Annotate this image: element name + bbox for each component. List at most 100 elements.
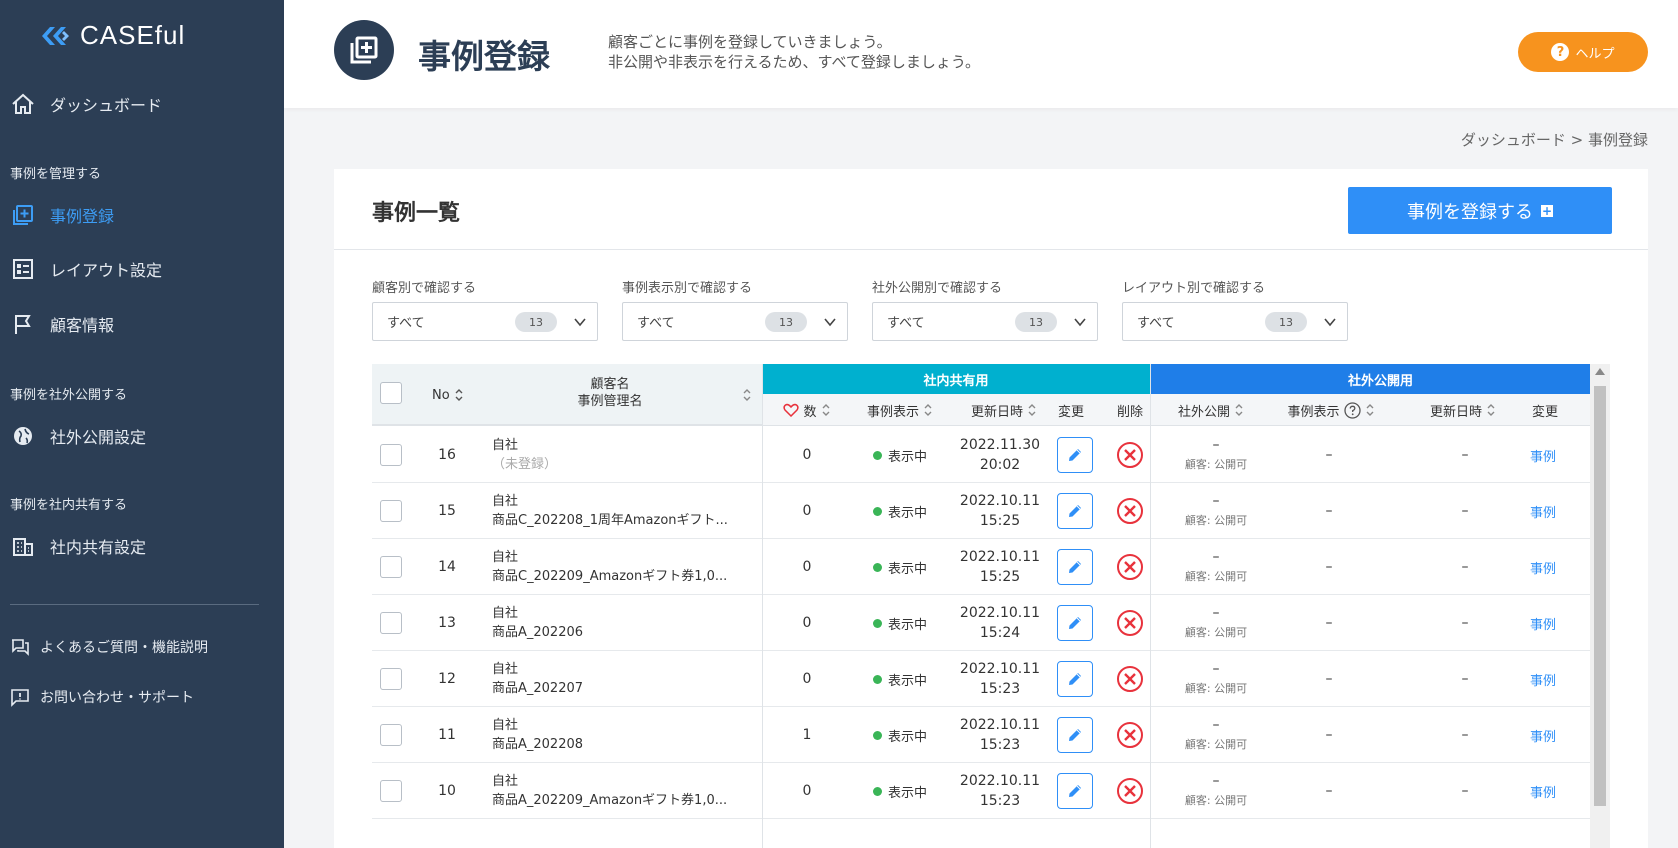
sidebar: CASEful ダッシュボード 事例を管理する 事例登録 レイアウト設定 顧客情… (0, 0, 284, 848)
header-name: 顧客名 事例管理名 (532, 376, 688, 410)
filter-label: 顧客別で確認する (372, 281, 477, 296)
sort-likes-header[interactable]: 数 (772, 394, 842, 426)
sidebar-item-case-register[interactable]: 事例登録 (10, 202, 114, 228)
delete-button[interactable] (1115, 664, 1145, 694)
filter-display-select[interactable]: すべて 13 (622, 302, 848, 341)
sidebar-item-customer-info[interactable]: 顧客情報 (10, 311, 114, 337)
scroll-thumb[interactable] (1594, 386, 1606, 806)
row-likes: 0 (802, 559, 812, 575)
case-list-card: 事例一覧 事例を登録する + 顧客別で確認する すべて 13 事例表示別で確認す… (334, 169, 1648, 848)
delete-button[interactable] (1115, 776, 1145, 806)
heart-icon (783, 403, 800, 417)
delete-button[interactable] (1115, 720, 1145, 750)
row-pub-edit[interactable]: 事例 (1530, 539, 1590, 595)
filter-value: すべて (887, 316, 925, 331)
header-delete: 削除 (1116, 404, 1143, 420)
row-checkbox[interactable] (380, 612, 402, 634)
row-pub-display: – (1325, 783, 1333, 799)
delete-button[interactable] (1115, 440, 1145, 470)
row-checkbox[interactable] (380, 556, 402, 578)
sort-icon (1235, 404, 1243, 416)
delete-button[interactable] (1115, 552, 1145, 582)
row-pub-edit-link[interactable]: 事例 (1530, 782, 1556, 801)
row-no: 13 (438, 615, 456, 631)
sort-pub-display-header[interactable]: 事例表示 (1266, 394, 1396, 426)
row-name[interactable]: 自社 商品C_202209_Amazonギフト券1,0... (492, 539, 757, 595)
table-row: 10 自社 商品A_202209_Amazonギフト券1,0... 0 表示中 … (372, 763, 1610, 819)
table-header-left: No 顧客名 事例管理名 (372, 364, 762, 426)
row-pub-edit-link[interactable]: 事例 (1530, 558, 1556, 577)
row-name[interactable]: 自社 （未登録） (492, 427, 757, 483)
row-checkbox[interactable] (380, 724, 402, 746)
row-pub-edit-link[interactable]: 事例 (1530, 726, 1556, 745)
edit-button[interactable] (1057, 717, 1093, 753)
row-pub-edit[interactable]: 事例 (1530, 595, 1590, 651)
row-customer: 自社 (492, 438, 519, 453)
row-checkbox[interactable] (380, 668, 402, 690)
row-checkbox-cell (380, 707, 402, 763)
delete-button[interactable] (1115, 608, 1145, 638)
caseful-logo[interactable]: CASEful (40, 20, 185, 51)
row-pub: – 顧客: 公開可 (1156, 483, 1276, 539)
row-customer: 自社 (492, 774, 519, 789)
flag-icon (15, 315, 31, 334)
scroll-up-arrow-icon[interactable] (1595, 368, 1605, 375)
row-pub-edit[interactable]: 事例 (1530, 427, 1590, 483)
row-pub-edit[interactable]: 事例 (1530, 483, 1590, 539)
row-name[interactable]: 自社 商品A_202206 (492, 595, 757, 651)
delete-button[interactable] (1115, 496, 1145, 526)
row-pub-edit[interactable]: 事例 (1530, 651, 1590, 707)
row-checkbox[interactable] (380, 444, 402, 466)
table-subheader: 数 事例表示 更新日時 変更 削除 社外公開 事例表示 更新日時 変更 (762, 394, 1610, 426)
row-pub-sub: 顧客: 公開可 (1184, 626, 1248, 639)
sort-updated-header[interactable]: 更新日時 (954, 394, 1054, 426)
edit-button[interactable] (1057, 773, 1093, 809)
sidebar-item-label: 事例登録 (50, 207, 115, 226)
row-pub-edit[interactable]: 事例 (1530, 763, 1590, 819)
sort-no-header[interactable]: No (432, 379, 464, 411)
sort-pub-updated-header[interactable]: 更新日時 (1408, 394, 1518, 426)
sidebar-section-public: 事例を社外公開する (10, 388, 128, 403)
sidebar-item-dashboard[interactable]: ダッシュボード (10, 91, 162, 117)
edit-button[interactable] (1057, 437, 1093, 473)
help-circle-icon[interactable] (1343, 401, 1361, 419)
row-time: 15:23 (979, 793, 1021, 809)
edit-button[interactable] (1057, 493, 1093, 529)
row-pub-edit-link[interactable]: 事例 (1530, 670, 1556, 689)
sidebar-item-contact[interactable]: お問い合わせ・サポート (10, 687, 194, 707)
sidebar-item-layout-settings[interactable]: レイアウト設定 (10, 256, 162, 282)
row-pub-edit-link[interactable]: 事例 (1530, 502, 1556, 521)
edit-button[interactable] (1057, 661, 1093, 697)
row-name[interactable]: 自社 商品A_202209_Amazonギフト券1,0... (492, 763, 757, 819)
help-button[interactable]: ? ヘルプ (1518, 32, 1648, 72)
status-dot-icon (872, 506, 882, 516)
sidebar-item-internal-settings[interactable]: 社内共有設定 (10, 533, 146, 559)
sidebar-item-faq[interactable]: よくあるご質問・機能説明 (10, 637, 208, 657)
delete-x-icon (1117, 498, 1143, 524)
row-time: 20:02 (979, 457, 1021, 473)
sort-icon[interactable] (742, 388, 752, 402)
filter-layout-select[interactable]: すべて 13 (1122, 302, 1348, 341)
row-pub-updated: – (1461, 559, 1469, 575)
row-checkbox[interactable] (380, 780, 402, 802)
sidebar-item-public-settings[interactable]: 社外公開設定 (10, 423, 146, 449)
chevron-down-icon (1074, 318, 1086, 327)
filter-customer-select[interactable]: すべて 13 (372, 302, 598, 341)
row-pub-edit-link[interactable]: 事例 (1530, 446, 1556, 465)
row-name[interactable]: 自社 商品C_202208_1周年Amazonギフト... (492, 483, 757, 539)
sort-display-header[interactable]: 事例表示 (850, 394, 950, 426)
edit-button[interactable] (1057, 549, 1093, 585)
filter-public-select[interactable]: すべて 13 (872, 302, 1098, 341)
row-pub-edit-link[interactable]: 事例 (1530, 614, 1556, 633)
row-name[interactable]: 自社 商品A_202208 (492, 707, 757, 763)
edit-button[interactable] (1057, 605, 1093, 641)
select-all-checkbox[interactable] (380, 382, 402, 404)
row-name[interactable]: 自社 商品A_202207 (492, 651, 757, 707)
sort-pub-header[interactable]: 社外公開 (1158, 394, 1264, 426)
register-case-button[interactable]: 事例を登録する + (1348, 187, 1612, 234)
row-checkbox[interactable] (380, 500, 402, 522)
row-pub-edit[interactable]: 事例 (1530, 707, 1590, 763)
table-scrollbar[interactable] (1590, 364, 1610, 848)
row-status-label: 表示中 (887, 449, 927, 465)
page-header: 事例登録 顧客ごとに事例を登録していきましょう。 非公開や非表示を行えるため、す… (284, 0, 1678, 108)
